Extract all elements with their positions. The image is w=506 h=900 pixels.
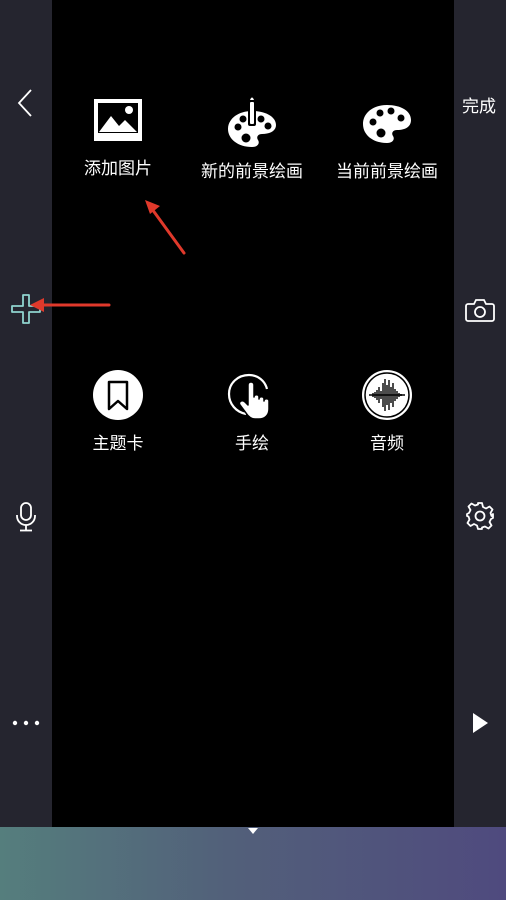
camera-icon bbox=[465, 299, 495, 322]
hand-pointer-icon bbox=[227, 373, 270, 420]
tile-label: 主题卡 bbox=[92, 434, 144, 454]
tile-label: 添加图片 bbox=[84, 159, 152, 179]
theme-card-tile[interactable]: 主题卡 bbox=[58, 367, 178, 454]
chevron-left-icon bbox=[17, 89, 32, 117]
audio-tile[interactable]: 音频 bbox=[327, 367, 447, 454]
back-button[interactable] bbox=[6, 86, 46, 120]
play-button[interactable] bbox=[460, 706, 500, 740]
palette-icon bbox=[363, 105, 411, 143]
tile-label: 新的前景绘画 bbox=[201, 162, 303, 182]
tile-label: 当前前景绘画 bbox=[336, 162, 438, 182]
image-icon bbox=[94, 99, 142, 141]
waveform-icon bbox=[362, 370, 412, 420]
done-button[interactable]: 完成 bbox=[462, 92, 496, 117]
play-icon bbox=[473, 713, 488, 733]
collapse-arrow-icon[interactable] bbox=[248, 828, 258, 834]
settings-button[interactable] bbox=[460, 498, 500, 534]
plus-icon bbox=[11, 294, 41, 324]
gear-icon bbox=[466, 502, 494, 530]
microphone-button[interactable] bbox=[6, 498, 46, 536]
bookmark-icon bbox=[93, 370, 143, 420]
more-button[interactable] bbox=[6, 708, 46, 738]
camera-button[interactable] bbox=[460, 292, 500, 328]
more-icon bbox=[12, 720, 40, 726]
add-image-tile[interactable]: 添加图片 bbox=[58, 92, 178, 179]
new-foreground-drawing-tile[interactable]: 新的前景绘画 bbox=[192, 95, 312, 182]
microphone-icon bbox=[16, 502, 36, 532]
left-toolbar bbox=[0, 0, 52, 827]
tile-label: 音频 bbox=[370, 434, 404, 454]
current-foreground-drawing-tile[interactable]: 当前前景绘画 bbox=[327, 95, 447, 182]
palette-brush-icon bbox=[228, 97, 276, 147]
right-toolbar bbox=[454, 0, 506, 827]
add-button[interactable] bbox=[6, 290, 46, 328]
tile-label: 手绘 bbox=[235, 434, 269, 454]
bottom-panel[interactable] bbox=[0, 827, 506, 900]
hand-drawing-tile[interactable]: 手绘 bbox=[192, 367, 312, 454]
